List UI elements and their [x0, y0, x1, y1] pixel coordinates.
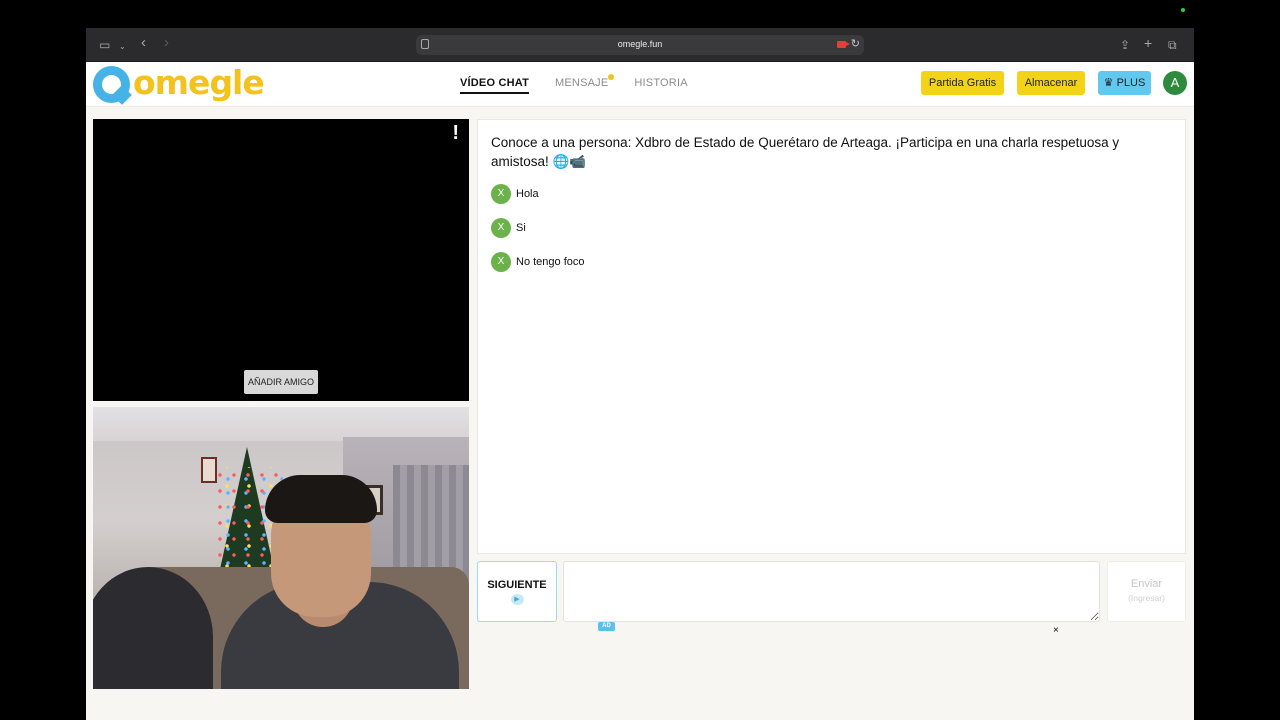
crown-icon: ♛ [1103, 77, 1114, 89]
close-ad-icon[interactable]: × [1053, 625, 1059, 636]
logo[interactable]: omegle [93, 62, 265, 103]
message-text: Hola [516, 188, 539, 200]
send-label: Enviar [1130, 578, 1163, 590]
site-header: omegle VÍDEO CHAT MENSAJE HISTORIA Parti… [86, 62, 1194, 107]
reload-icon[interactable]: ↻ [851, 37, 860, 50]
share-icon[interactable]: ⇪ [1120, 37, 1130, 53]
plus-label: PLUS [1116, 77, 1146, 89]
video-ceiling [93, 407, 469, 441]
chat-intro: Conoce a una persona: Xdbro de Estado de… [491, 135, 1120, 169]
store-button[interactable]: Almacenar [1017, 71, 1085, 95]
browser-toolbar: ▭ ⌄ ‹ › omegle.fun ↻ ⇪ + ⧉ [86, 28, 1194, 62]
chevron-left-icon[interactable]: ‹ [141, 35, 146, 51]
sender-badge: X [491, 252, 511, 272]
sidebar-icon[interactable]: ▭ [99, 37, 110, 53]
chevron-right-icon[interactable]: › [164, 35, 169, 51]
add-friend-button[interactable]: AÑADIR AMIGO [244, 370, 318, 394]
plus-icon[interactable]: + [1144, 35, 1152, 51]
tabs-icon[interactable]: ⧉ [1168, 37, 1177, 53]
sender-badge: X [491, 218, 511, 238]
message-input[interactable] [563, 561, 1100, 622]
notification-dot [608, 74, 615, 80]
avatar[interactable]: A [1163, 71, 1187, 95]
logo-text: omegle [133, 62, 265, 102]
message-text: No tengo foco [516, 256, 585, 268]
nav-video-chat[interactable]: VÍDEO CHAT [460, 77, 530, 94]
chat-message: X No tengo foco [491, 252, 585, 272]
nav-mensaje-label: MENSAJE [555, 77, 609, 89]
next-label: SIGUIENTE [487, 579, 547, 591]
send-button[interactable]: Enviar (Ingresar) [1107, 561, 1186, 622]
local-video [93, 407, 469, 689]
free-match-button[interactable]: Partida Gratis [921, 71, 1004, 95]
sender-badge: X [491, 184, 511, 204]
plus-button[interactable]: ♛ PLUS [1098, 71, 1151, 95]
video-person-hair [265, 475, 377, 523]
play-icon: ▶ [510, 594, 524, 605]
screen: ▭ ⌄ ‹ › omegle.fun ↻ ⇪ + ⧉ omegle VÍDEO … [0, 0, 1280, 720]
nav-historia[interactable]: HISTORIA [634, 77, 687, 94]
message-text: Si [516, 222, 526, 234]
address-bar[interactable]: omegle.fun ↻ [416, 35, 864, 55]
camera-icon[interactable] [837, 41, 850, 48]
ad-badge: AD [598, 622, 615, 631]
browser-window: ▭ ⌄ ‹ › omegle.fun ↻ ⇪ + ⧉ omegle VÍDEO … [86, 28, 1194, 720]
next-button[interactable]: SIGUIENTE ▶ [477, 561, 557, 622]
chat-message: X Si [491, 218, 526, 238]
status-dot [1181, 8, 1185, 12]
report-button[interactable]: ! [452, 122, 459, 145]
main-nav: VÍDEO CHAT MENSAJE HISTORIA [460, 74, 688, 94]
remote-video: ! AÑADIR AMIGO [93, 119, 469, 401]
chat-panel: Conoce a una persona: Xdbro de Estado de… [477, 119, 1186, 554]
chat-message: X Hola [491, 184, 539, 204]
logo-icon [93, 65, 130, 103]
send-shortcut-hint: (Ingresar) [1128, 593, 1165, 603]
url-text: omegle.fun [617, 39, 663, 49]
nav-mensaje[interactable]: MENSAJE [555, 74, 615, 94]
chevron-down-icon[interactable]: ⌄ [119, 39, 126, 55]
